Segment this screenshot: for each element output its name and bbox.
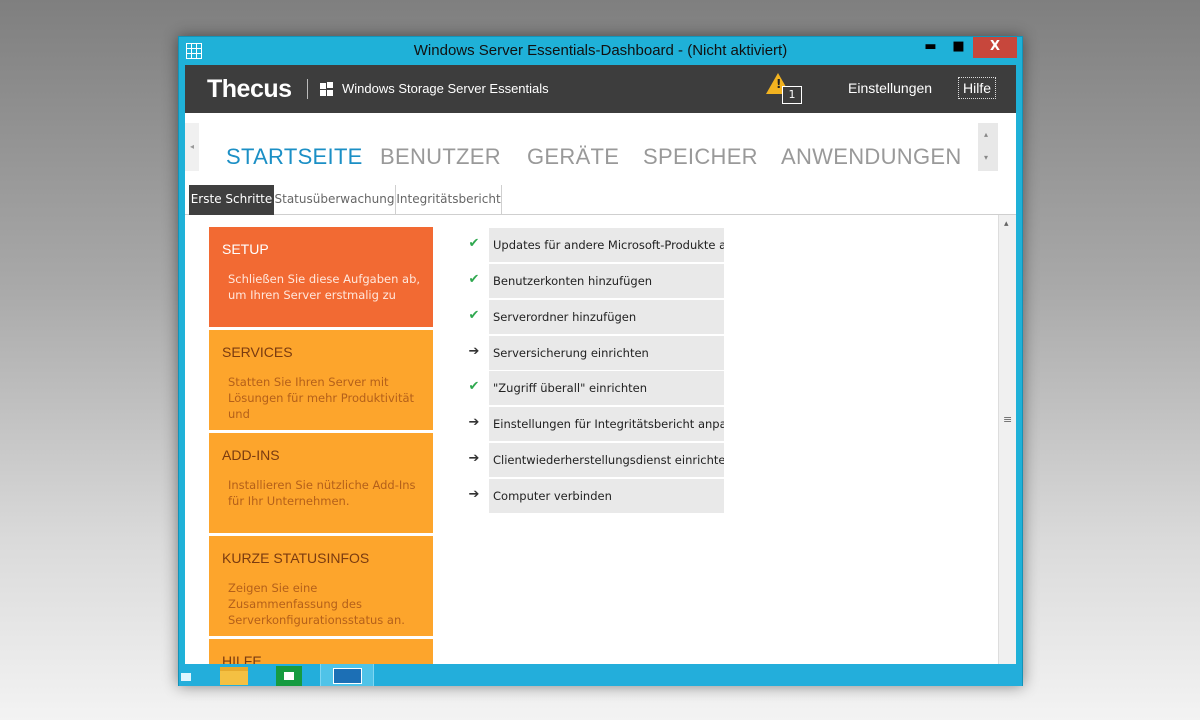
start-button[interactable] <box>179 664 193 686</box>
thecus-logo: Thecus <box>207 75 292 103</box>
check-icon: ✔ <box>468 308 480 323</box>
store-button[interactable] <box>275 664 305 686</box>
task-item[interactable]: ✔ Benutzerkonten hinzufügen <box>467 264 727 298</box>
task-item[interactable]: ➔ Computer verbinden <box>467 479 727 513</box>
scroll-up-icon[interactable]: ▴ <box>1004 219 1009 229</box>
tab-anwendungen[interactable]: ANWENDUNGEN <box>781 144 962 170</box>
tile-add-ins[interactable]: ADD-INS Installieren Sie nützliche Add-I… <box>209 433 433 533</box>
check-icon: ✔ <box>468 379 480 394</box>
tile-title: ADD-INS <box>222 447 280 463</box>
tile-description: Installieren Sie nützliche Add-Ins für I… <box>228 478 416 508</box>
check-icon: ✔ <box>468 236 480 251</box>
tab-speicher[interactable]: SPEICHER <box>643 144 758 170</box>
dashboard-window: Windows Server Essentials-Dashboard - (N… <box>178 36 1023 686</box>
tab-scroll-right[interactable]: ▴ ▾ <box>978 123 998 171</box>
maximize-button[interactable]: ■ <box>945 37 972 58</box>
subtab-integritaetsbericht[interactable]: Integritätsbericht <box>396 185 502 215</box>
arrow-right-icon: ➔ <box>468 344 480 359</box>
task-label[interactable]: Updates für andere Microsoft-Produkte ab… <box>489 228 724 262</box>
sub-tab-bar: Erste Schritte Statusüberwachung Integri… <box>185 183 1016 215</box>
task-item[interactable]: ➔ Einstellungen für Integritätsbericht a… <box>467 407 727 441</box>
arrow-right-icon: ➔ <box>468 451 480 466</box>
arrow-right-icon: ➔ <box>468 415 480 430</box>
alert-button[interactable]: ! 1 <box>766 73 806 107</box>
tab-startseite[interactable]: STARTSEITE <box>226 144 363 170</box>
task-label[interactable]: Serversicherung einrichten <box>489 336 724 370</box>
tab-scroll-left-icon[interactable]: ◂ <box>185 123 199 171</box>
task-label[interactable]: Benutzerkonten hinzufügen <box>489 264 724 298</box>
folder-icon <box>220 667 248 685</box>
tile-title: SERVICES <box>222 344 293 360</box>
task-label[interactable]: "Zugriff überall" einrichten <box>489 371 724 405</box>
tile-description: Schließen Sie diese Aufgaben ab, um Ihre… <box>228 272 421 302</box>
vertical-scrollbar[interactable]: ▴ ≡ <box>998 215 1016 664</box>
tab-geraete[interactable]: GERÄTE <box>527 144 619 170</box>
scroll-grip-icon[interactable]: ≡ <box>1003 413 1012 426</box>
check-icon: ✔ <box>468 272 480 287</box>
close-button[interactable]: X <box>973 37 1017 58</box>
brand-bar: Thecus Windows Storage Server Essentials… <box>185 65 1016 113</box>
task-item[interactable]: ➔ Serversicherung einrichten <box>467 336 727 370</box>
tile-title: SETUP <box>222 241 269 257</box>
alert-count-badge: 1 <box>782 86 802 104</box>
warning-mark: ! <box>776 77 782 91</box>
tile-kurze-statusinfos[interactable]: KURZE STATUSINFOS Zeigen Sie eine Zusamm… <box>209 536 433 636</box>
store-icon <box>276 666 302 686</box>
tile-title: HILFE <box>222 653 262 664</box>
windows-logo-icon <box>320 82 335 96</box>
logo-divider <box>307 79 308 99</box>
task-item[interactable]: ➔ Clientwiederherstellungsdienst einrich… <box>467 443 727 477</box>
arrow-right-icon: ➔ <box>468 487 480 502</box>
settings-link[interactable]: Einstellungen <box>848 80 932 96</box>
task-label[interactable]: Clientwiederherstellungsdienst einrichte… <box>489 443 724 477</box>
tile-title: KURZE STATUSINFOS <box>222 550 370 566</box>
tile-setup[interactable]: SETUP Schließen Sie diese Aufgaben ab, u… <box>209 227 433 327</box>
window-title: Windows Server Essentials-Dashboard - (N… <box>413 42 788 59</box>
help-link[interactable]: Hilfe <box>958 77 997 99</box>
dashboard-client: Thecus Windows Storage Server Essentials… <box>185 65 1016 664</box>
task-label[interactable]: Computer verbinden <box>489 479 724 513</box>
task-item[interactable]: ✔ "Zugriff überall" einrichten <box>467 371 727 405</box>
tile-description: Zeigen Sie eine Zusammenfassung des Serv… <box>228 581 405 627</box>
task-item[interactable]: ✔ Serverordner hinzufügen <box>467 300 727 334</box>
taskbar <box>179 664 1022 686</box>
title-bar[interactable]: Windows Server Essentials-Dashboard - (N… <box>179 37 1022 64</box>
product-name: Windows Storage Server Essentials <box>342 81 549 96</box>
subtab-statusueberwachung[interactable]: Statusüberwachung <box>274 185 396 215</box>
tab-benutzer[interactable]: BENUTZER <box>380 144 501 170</box>
subtab-erste-schritte[interactable]: Erste Schritte <box>189 185 274 215</box>
dashboard-taskbar-button[interactable] <box>320 664 374 686</box>
main-tab-bar: ◂ STARTSEITE BENUTZER GERÄTE SPEICHER AN… <box>185 113 1016 183</box>
start-icon <box>181 673 191 681</box>
task-label[interactable]: Serverordner hinzufügen <box>489 300 724 334</box>
minimize-button[interactable]: ▬ <box>917 37 944 58</box>
dashboard-icon <box>333 668 362 684</box>
tile-description: Statten Sie Ihren Server mit Lösungen fü… <box>228 375 415 421</box>
scroll-up-icon[interactable]: ▴ <box>984 130 988 139</box>
tile-hilfe[interactable]: HILFE <box>209 639 433 664</box>
task-item[interactable]: ✔ Updates für andere Microsoft-Produkte … <box>467 228 727 262</box>
scroll-down-icon[interactable]: ▾ <box>984 153 988 162</box>
tile-services[interactable]: SERVICES Statten Sie Ihren Server mit Lö… <box>209 330 433 430</box>
task-label[interactable]: Einstellungen für Integritätsbericht anp… <box>489 407 724 441</box>
file-explorer-button[interactable] <box>219 664 251 686</box>
